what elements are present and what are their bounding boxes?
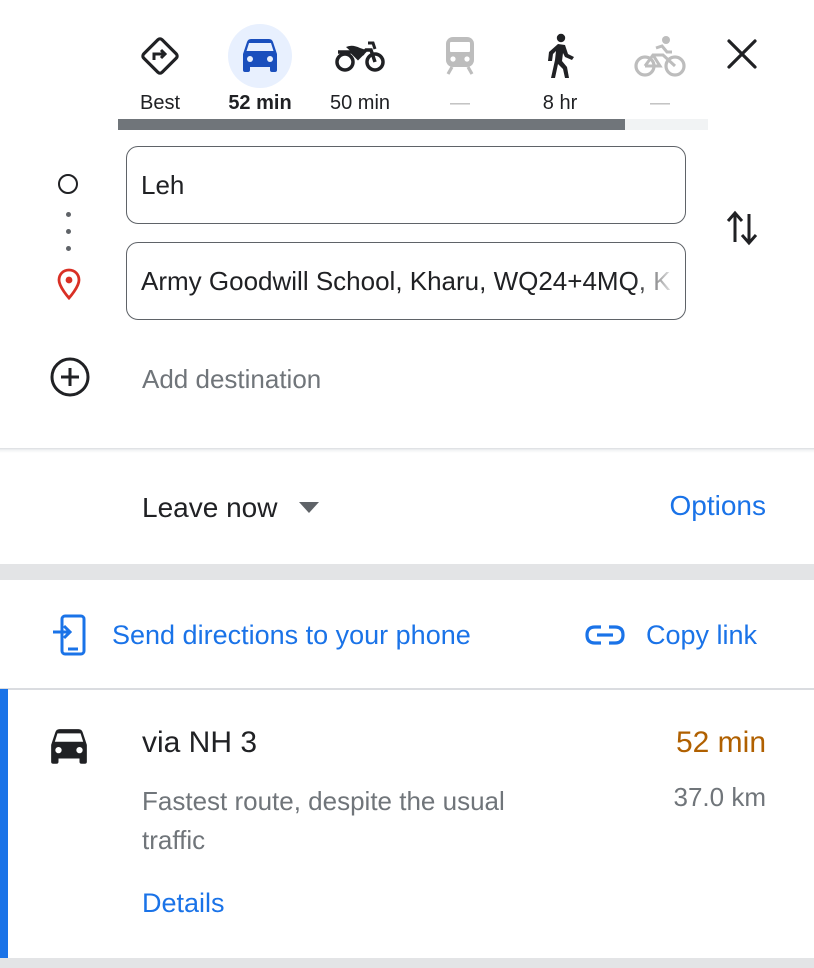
options-link[interactable]: Options <box>670 490 767 522</box>
mode-transit[interactable]: — <box>410 24 510 116</box>
send-to-phone-button[interactable]: Send directions to your phone <box>50 612 471 658</box>
timeline-dot <box>66 246 71 251</box>
copy-link-label: Copy link <box>646 619 758 650</box>
train-icon <box>428 24 492 88</box>
swap-vertical-icon <box>724 208 760 253</box>
diamond-turn-right-icon <box>128 24 192 88</box>
add-destination-label: Add destination <box>142 363 322 394</box>
swap-locations-button[interactable] <box>718 206 766 254</box>
leave-now-dropdown[interactable]: Leave now <box>142 488 320 528</box>
mode-label: 8 hr <box>542 92 578 114</box>
route-distance: 37.0 km <box>673 782 767 812</box>
bicycle-icon <box>628 24 692 88</box>
divider <box>0 688 814 690</box>
section-divider <box>0 564 814 580</box>
leave-now-label: Leave now <box>142 492 278 523</box>
close-icon <box>726 38 758 75</box>
send-to-phone-icon <box>50 614 88 656</box>
loading-progress-bar <box>118 119 708 130</box>
origin-circle-icon <box>58 174 78 194</box>
add-circle-icon <box>48 355 92 404</box>
route-duration: 52 min <box>675 726 766 759</box>
route-description: Fastest route, despite the usual traffic <box>142 786 505 855</box>
add-destination-button[interactable]: Add destination <box>48 355 321 404</box>
caret-down-icon <box>299 502 320 514</box>
close-button[interactable] <box>718 32 766 80</box>
mode-label: — <box>450 92 470 114</box>
mode-two-wheeler[interactable]: 50 min <box>310 24 410 116</box>
route-details-link[interactable]: Details <box>142 888 225 919</box>
route-selected-indicator <box>0 689 8 958</box>
origin-field-wrapper <box>126 146 686 224</box>
mode-cycling[interactable]: — <box>610 24 710 116</box>
mode-driving[interactable]: 52 min <box>210 24 310 116</box>
location-pin-icon <box>56 268 82 305</box>
timeline-dot <box>66 212 71 217</box>
route-title: via NH 3 <box>142 726 258 759</box>
walking-icon <box>528 24 592 88</box>
car-icon <box>228 24 292 88</box>
destination-field-wrapper <box>126 242 686 320</box>
copy-link-button[interactable]: Copy link <box>584 612 757 658</box>
link-icon <box>584 623 626 647</box>
send-to-phone-label: Send directions to your phone <box>112 619 471 650</box>
section-divider <box>0 448 814 453</box>
mode-label: 52 min <box>228 92 292 114</box>
timeline-dot <box>66 229 71 234</box>
mode-walking[interactable]: 8 hr <box>510 24 610 116</box>
section-divider <box>0 958 814 968</box>
loading-progress-fill <box>118 119 626 130</box>
mode-label: 50 min <box>329 92 391 114</box>
car-icon <box>48 728 90 771</box>
destination-input[interactable] <box>126 242 686 320</box>
mode-label: Best <box>139 92 181 114</box>
mode-best[interactable]: Best <box>110 24 210 116</box>
mode-label: — <box>650 92 670 114</box>
motorcycle-icon <box>328 24 392 88</box>
origin-input[interactable] <box>126 146 686 224</box>
